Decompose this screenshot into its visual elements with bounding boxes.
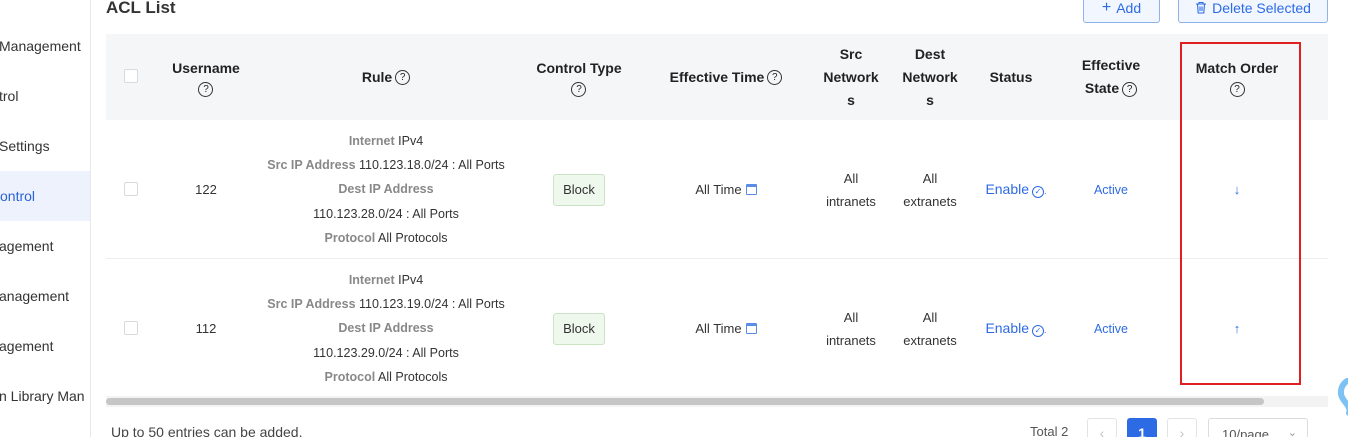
sidebar-item-management-4[interactable]: agement — [0, 321, 89, 371]
header-effective-time[interactable]: Effective Time? — [651, 34, 801, 120]
cell-effective-time: All Time — [651, 120, 801, 259]
sidebar-item-label: agement — [0, 238, 54, 254]
cell-status[interactable]: Enable ✓. — [973, 259, 1059, 396]
cell-effective-state: Active — [1093, 321, 1129, 336]
assistant-bubble-icon[interactable] — [1337, 377, 1348, 417]
header-dest-networks[interactable]: Dest Network s — [895, 34, 965, 120]
header-status[interactable]: Status — [976, 34, 1046, 120]
horizontal-scrollbar[interactable] — [106, 396, 1328, 407]
cell-status[interactable]: Enable ✓. — [973, 120, 1059, 259]
delete-button-label: Delete Selected — [1212, 0, 1311, 16]
check-circle-icon: ✓ — [1032, 325, 1045, 337]
acl-table: Username? Rule? Control Type? Effective … — [106, 34, 1328, 396]
scrollbar-thumb[interactable] — [106, 398, 1264, 405]
table-row: 112 Internet IPv4 Src IP Address 110.123… — [106, 259, 1328, 396]
sidebar-item-access-control[interactable]: ontrol — [0, 171, 90, 221]
main-content: ACL List + Add Delete Selected Username?… — [91, 0, 1348, 437]
plus-icon: + — [1101, 0, 1112, 16]
sidebar-item-label: agement — [0, 338, 54, 354]
cell-src-networks: All intranets — [826, 309, 876, 348]
move-up-icon[interactable]: ↑ — [1234, 321, 1241, 336]
cell-username: 122 — [195, 182, 217, 197]
delete-selected-button[interactable]: Delete Selected — [1178, 0, 1328, 23]
check-circle-icon: ✓ — [1032, 186, 1045, 198]
sidebar-item-label: n Library Man — [0, 388, 85, 404]
sidebar-item-library-management[interactable]: n Library Man — [0, 371, 89, 421]
prev-page-button[interactable]: ‹ — [1087, 418, 1117, 437]
cell-rule: Internet IPv4 Src IP Address 110.123.19.… — [267, 272, 505, 384]
cell-dest-networks: All extranets — [903, 170, 957, 209]
calendar-icon[interactable] — [745, 184, 757, 195]
row-checkbox[interactable] — [124, 182, 138, 196]
header-effective-state[interactable]: Effective State? — [1066, 34, 1156, 120]
sidebar: Management trol Settings ontrol agement … — [0, 0, 91, 437]
chevron-down-icon: ⌄ — [1287, 427, 1297, 437]
question-circle-icon[interactable]: ? — [1122, 81, 1138, 97]
question-circle-icon[interactable]: ? — [395, 70, 411, 86]
header-rule[interactable]: Rule? — [286, 34, 486, 120]
sidebar-item-label: Settings — [0, 138, 50, 154]
question-circle-icon[interactable]: ? — [571, 82, 587, 97]
cell-control-type: Block — [527, 120, 631, 259]
sidebar-item-label: anagement — [0, 288, 70, 304]
cell-effective-state: Active — [1093, 182, 1129, 197]
question-circle-icon[interactable]: ? — [767, 70, 783, 86]
sidebar-item-control[interactable]: trol — [0, 71, 89, 121]
sidebar-item-management-2[interactable]: agement — [0, 221, 89, 271]
cell-username: 112 — [195, 321, 217, 336]
add-button[interactable]: + Add — [1083, 0, 1160, 23]
cell-effective-time: All Time — [651, 259, 801, 396]
cell-match-order: ↑ — [1181, 259, 1293, 396]
control-type-tag: Block — [553, 173, 605, 206]
page-size-select[interactable]: 10/page ⌄ — [1208, 418, 1308, 437]
cell-control-type: Block — [527, 259, 631, 396]
table-header: Username? Rule? Control Type? Effective … — [106, 34, 1328, 120]
move-down-icon[interactable]: ↓ — [1234, 182, 1241, 197]
header-src-networks[interactable]: Src Network s — [816, 34, 886, 120]
question-circle-icon[interactable]: ? — [198, 82, 214, 97]
sidebar-item-label: ontrol — [0, 188, 36, 204]
page-title: ACL List — [106, 0, 176, 17]
sidebar-item-management[interactable]: Management — [0, 21, 89, 71]
calendar-icon[interactable] — [745, 323, 757, 334]
select-all-checkbox[interactable] — [124, 69, 138, 83]
question-circle-icon[interactable]: ? — [1229, 82, 1245, 97]
trash-icon — [1196, 1, 1207, 14]
header-username[interactable]: Username? — [166, 34, 246, 120]
next-page-button[interactable]: › — [1167, 418, 1197, 437]
sidebar-item-management-3[interactable]: anagement — [0, 271, 89, 321]
sidebar-item-settings[interactable]: Settings — [0, 121, 89, 171]
page-1-button[interactable]: 1 — [1127, 418, 1157, 437]
cell-dest-networks: All extranets — [903, 309, 957, 348]
sidebar-item-label: trol — [0, 88, 19, 104]
entries-limit-note: Up to 50 entries can be added. — [111, 424, 303, 437]
control-type-tag: Block — [553, 312, 605, 345]
row-checkbox[interactable] — [124, 321, 138, 335]
header-match-order[interactable]: Match Order? — [1181, 34, 1293, 120]
sidebar-item-label: Management — [0, 38, 81, 54]
cell-src-networks: All intranets — [826, 170, 876, 209]
total-count: Total 2 — [1030, 424, 1069, 437]
cell-match-order: ↓ — [1181, 120, 1293, 259]
header-control-type[interactable]: Control Type? — [527, 34, 631, 120]
cell-rule: Internet IPv4 Src IP Address 110.123.18.… — [267, 133, 505, 245]
table-row: 122 Internet IPv4 Src IP Address 110.123… — [106, 120, 1328, 259]
add-button-label: Add — [1116, 0, 1142, 16]
